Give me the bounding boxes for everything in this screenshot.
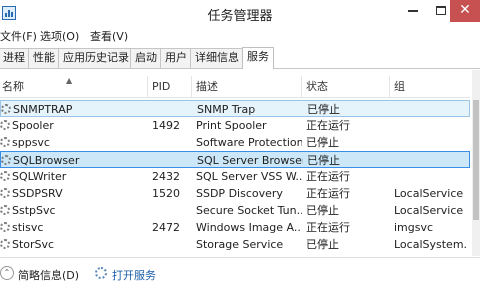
service-name: SQLWriter	[12, 170, 67, 183]
scrollbar-thumb[interactable]	[473, 100, 479, 220]
column-header-group[interactable]: 组	[392, 76, 470, 98]
column-header-description[interactable]: 描述	[194, 76, 302, 98]
open-services-link[interactable]: 打开服务	[112, 267, 156, 283]
tab-app-history[interactable]: 应用历史记录	[58, 48, 134, 68]
service-status: 已停止	[306, 136, 339, 149]
table-row[interactable]: stisvc 2472 Windows Image A... 正在运行 imgsvc	[0, 219, 470, 236]
services-gear-icon	[95, 267, 107, 279]
service-name: stisvc	[12, 221, 44, 234]
minimize-icon	[408, 9, 418, 12]
service-description: Secure Socket Tun...	[196, 204, 302, 217]
menu-options[interactable]: 选项(O)	[40, 28, 79, 44]
table-row[interactable]: SQLWriter 2432 SQL Server VSS W... 正在运行	[0, 168, 470, 185]
service-gear-icon	[0, 137, 10, 147]
service-name: SNMPTRAP	[13, 103, 73, 116]
service-pid: 1492	[152, 119, 180, 132]
service-description: Software Protection	[196, 136, 302, 149]
vertical-scrollbar[interactable]	[472, 70, 480, 256]
service-name: sppsvc	[12, 136, 50, 149]
service-group: LocalService	[394, 187, 464, 200]
service-name: SstpSvc	[12, 204, 56, 217]
service-gear-icon	[1, 155, 11, 165]
service-gear-icon	[0, 222, 10, 232]
service-status: 已停止	[306, 204, 339, 217]
column-header-pid[interactable]: PID	[150, 76, 192, 98]
service-pid: 1520	[152, 187, 180, 200]
service-name: Spooler	[12, 119, 54, 132]
service-gear-icon	[0, 239, 10, 249]
service-gear-icon	[0, 171, 10, 181]
table-row[interactable]: sppsvc Software Protection 已停止	[0, 134, 470, 151]
chevron-up-icon[interactable]: ⌃	[0, 266, 14, 280]
close-button[interactable]: ✕	[450, 0, 480, 22]
services-table: ▲ 名称 PID 描述 状态 组 SNMPTRAP SNMP Trap 已停止 Spo…	[0, 70, 480, 256]
service-group	[395, 152, 469, 169]
tab-services[interactable]: 服务	[242, 47, 274, 69]
service-group: imgsvc	[394, 221, 434, 234]
title-bar[interactable]: 任务管理器 ✕	[0, 0, 480, 27]
service-gear-icon	[0, 188, 10, 198]
service-description: Storage Service	[196, 238, 284, 251]
service-status: 正在运行	[306, 119, 350, 132]
tab-performance[interactable]: 性能	[28, 48, 60, 68]
service-group	[394, 134, 468, 151]
table-row[interactable]: SSDPSRV 1520 SSDP Discovery 正在运行 LocalServic…	[0, 185, 470, 202]
service-group: LocalService	[394, 204, 464, 217]
table-row[interactable]: SstpSvc Secure Socket Tun... 已停止 LocalServi…	[0, 202, 470, 219]
service-status: 已停止	[307, 154, 340, 167]
service-status: 正在运行	[306, 170, 350, 183]
service-pid	[152, 134, 192, 151]
tab-strip: 进程 性能 应用历史记录 启动 用户 详细信息 服务	[0, 46, 480, 69]
service-pid	[152, 236, 192, 253]
table-header: ▲ 名称 PID 描述 状态 组	[0, 76, 470, 98]
service-description: SQL Server Browser	[197, 154, 303, 167]
service-status: 正在运行	[306, 221, 350, 234]
service-description: SNMP Trap	[197, 103, 256, 116]
service-pid	[152, 202, 192, 219]
column-header-name[interactable]: ▲ 名称	[0, 76, 148, 98]
table-row[interactable]: Spooler 1492 Print Spooler 正在运行	[0, 117, 470, 134]
table-row[interactable]: SQLBrowser SQL Server Browser 已停止	[0, 151, 470, 168]
menu-bar: 文件(F) 选项(O) 查看(V)	[0, 27, 480, 45]
service-description: Print Spooler	[196, 119, 267, 132]
column-header-name-label: 名称	[2, 80, 24, 93]
service-group	[394, 117, 468, 134]
column-header-status[interactable]: 状态	[304, 76, 390, 98]
tab-details[interactable]: 详细信息	[190, 48, 244, 68]
service-group	[395, 101, 469, 118]
menu-file[interactable]: 文件(F)	[0, 28, 37, 44]
tab-startup[interactable]: 启动	[130, 48, 162, 68]
service-status: 正在运行	[306, 187, 350, 200]
table-row[interactable]: StorSvc Storage Service 已停止 LocalSystem...	[0, 236, 470, 253]
service-group	[394, 168, 468, 185]
service-name: SSDPSRV	[12, 187, 63, 200]
service-pid	[153, 152, 193, 169]
service-pid: 2472	[152, 221, 180, 234]
service-pid: 2432	[152, 170, 180, 183]
task-manager-window: 任务管理器 ✕ 文件(F) 选项(O) 查看(V) 进程 性能 应用历史记录 启…	[0, 0, 480, 300]
service-description: SSDP Discovery	[196, 187, 283, 200]
service-status: 已停止	[307, 103, 340, 116]
tab-processes[interactable]: 进程	[0, 48, 30, 68]
close-icon: ✕	[459, 2, 471, 18]
service-pid	[153, 101, 193, 118]
table-row[interactable]: SNMPTRAP SNMP Trap 已停止	[0, 100, 470, 117]
service-description: Windows Image A...	[196, 221, 302, 234]
service-group: LocalSystem...	[394, 238, 468, 251]
service-name: SQLBrowser	[13, 154, 80, 167]
maximize-icon	[436, 6, 446, 15]
service-gear-icon	[0, 120, 10, 130]
footer-bar: ⌃ 简略信息(D) 打开服务	[0, 257, 480, 300]
service-gear-icon	[1, 104, 11, 114]
service-gear-icon	[0, 205, 10, 215]
minimize-button[interactable]	[400, 0, 426, 22]
service-status: 已停止	[306, 238, 339, 251]
service-description: SQL Server VSS W...	[196, 170, 302, 183]
fewer-details-link[interactable]: 简略信息(D)	[18, 267, 79, 283]
tab-users[interactable]: 用户	[160, 48, 192, 68]
menu-view[interactable]: 查看(V)	[90, 28, 128, 44]
service-name: StorSvc	[12, 238, 55, 251]
sort-up-icon: ▲	[66, 76, 73, 85]
